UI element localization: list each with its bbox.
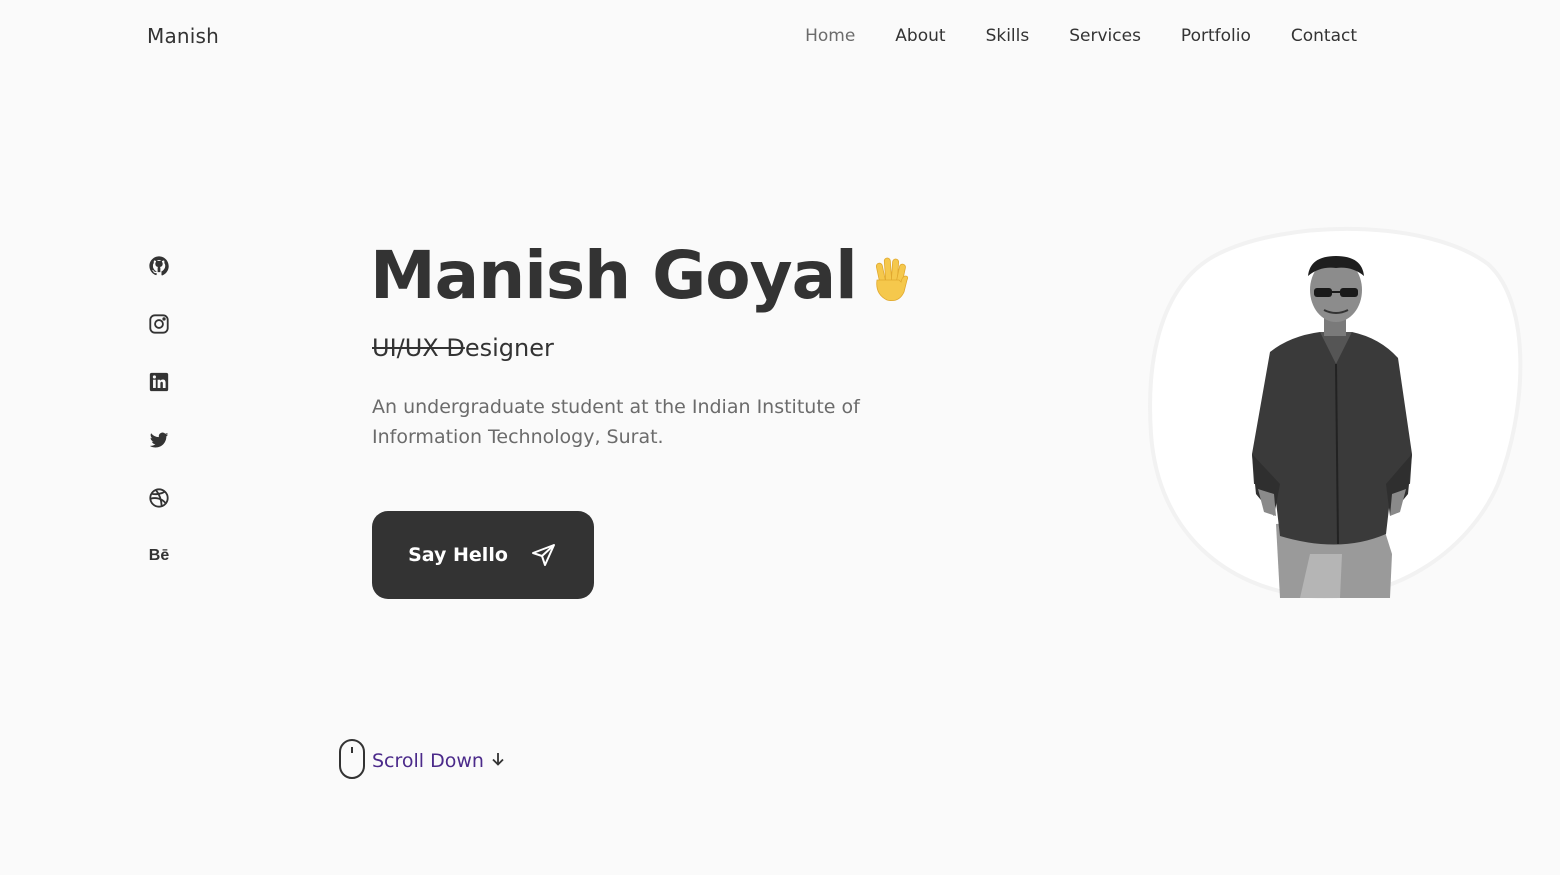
site-logo[interactable]: Manish bbox=[147, 24, 219, 48]
behance-icon[interactable]: Bē bbox=[147, 544, 171, 568]
nav-home[interactable]: Home bbox=[805, 26, 855, 46]
waving-hand-icon bbox=[875, 257, 908, 302]
nav-about[interactable]: About bbox=[895, 26, 945, 46]
github-icon[interactable] bbox=[147, 254, 171, 278]
profile-photo bbox=[1252, 256, 1412, 598]
dribbble-icon[interactable] bbox=[147, 486, 171, 510]
nav-contact[interactable]: Contact bbox=[1291, 26, 1357, 46]
send-icon bbox=[531, 544, 555, 566]
mouse-icon bbox=[338, 738, 366, 784]
hero-description: An undergraduate student at the Indian I… bbox=[372, 396, 860, 448]
subtitle-rest: esigner bbox=[464, 334, 554, 362]
nav-skills[interactable]: Skills bbox=[986, 26, 1030, 46]
hero-name: Manish Goyal bbox=[370, 237, 858, 314]
twitter-icon[interactable] bbox=[147, 428, 171, 452]
subtitle-struck: UI/UX D bbox=[372, 334, 465, 362]
nav-portfolio[interactable]: Portfolio bbox=[1181, 26, 1251, 46]
scroll-down-link[interactable]: Scroll Down bbox=[338, 738, 506, 784]
hero-subtitle: UI/UX Designer bbox=[372, 334, 554, 362]
instagram-icon[interactable] bbox=[147, 312, 171, 336]
main-nav: Home About Skills Services Portfolio Con… bbox=[805, 26, 1357, 46]
say-hello-button[interactable]: Say Hello bbox=[372, 511, 594, 599]
page: Manish Home About Skills Services Portfo… bbox=[0, 0, 1560, 875]
linkedin-icon[interactable] bbox=[147, 370, 171, 394]
social-links: Bē bbox=[147, 254, 171, 568]
arrow-down-icon bbox=[490, 751, 506, 771]
scroll-down-label: Scroll Down bbox=[372, 750, 484, 772]
say-hello-label: Say Hello bbox=[408, 544, 508, 566]
hero-title: Manish Goyal bbox=[370, 232, 917, 320]
nav-services[interactable]: Services bbox=[1069, 26, 1141, 46]
